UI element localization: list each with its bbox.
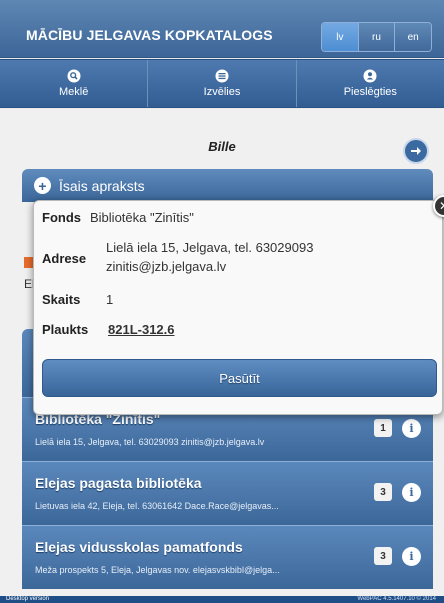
address-line2: zinitis@jzb.jelgava.lv [106, 259, 227, 274]
library-address: Lietuvas iela 42, Eleja, tel. 63061642 D… [35, 501, 279, 511]
copies-count-badge: 3 [374, 547, 392, 565]
shelf-label: Plaukts [42, 322, 89, 337]
plus-icon: + [34, 177, 51, 194]
info-icon[interactable]: i [402, 419, 421, 438]
main-nav: Meklē Izvēlies Pieslēgties [0, 59, 444, 108]
count-value: 1 [106, 292, 114, 307]
count-label: Skaits [42, 292, 81, 307]
search-icon [67, 69, 81, 83]
list-item[interactable]: Elejas pagasta bibliotēka Lietuvas iela … [22, 461, 433, 525]
nav-login[interactable]: Pieslēgties [295, 60, 444, 107]
order-button[interactable]: Pasūtīt [42, 359, 437, 397]
library-address: Meža prospekts 5, Eleja, Jelgavas nov. e… [35, 565, 280, 575]
nav-search-label: Meklē [58, 86, 89, 98]
app-header: MĀCĪBU JELGAVAS KOPKATALOGS lv ru en [0, 0, 444, 58]
address-line1: Lielā iela 15, Jelgava, tel. 63029093 [106, 240, 314, 255]
rss-icon[interactable] [24, 257, 33, 268]
copies-count-badge: 3 [374, 483, 392, 501]
shelf-link[interactable]: 821L-312.6 [108, 322, 175, 337]
info-icon[interactable]: i [402, 483, 421, 502]
address-label: Adrese [42, 251, 87, 266]
item-title: Bille [208, 139, 236, 154]
nav-search[interactable]: Meklē [0, 60, 147, 107]
lang-ru-button[interactable]: ru [357, 23, 395, 51]
site-title: MĀCĪBU JELGAVAS KOPKATALOGS [26, 27, 273, 43]
fonds-label: Fonds [42, 210, 81, 225]
info-icon[interactable]: i [402, 547, 421, 566]
list-icon [215, 69, 229, 83]
short-description-label: Īsais apraksts [59, 177, 145, 194]
holding-popup: ✕ Fonds Bibliotēka "Zinītis" Adrese Liel… [33, 195, 444, 415]
desktop-version-link[interactable]: Desktop version [6, 596, 49, 603]
user-icon [363, 69, 377, 83]
nav-selection-label: Izvēlies [203, 86, 241, 98]
version-info: WebPAC 4.5.1407.10 © 2014 [357, 596, 436, 602]
short-description-toggle[interactable]: + Īsais apraksts [22, 169, 433, 202]
language-switcher: lv ru en [321, 22, 432, 52]
nav-selection[interactable]: Izvēlies [147, 60, 295, 107]
next-record-button[interactable] [403, 138, 429, 164]
lang-lv-button[interactable]: lv [322, 23, 358, 51]
library-name: Elejas vidusskolas pamatfonds [35, 539, 243, 555]
library-address: Lielā iela 15, Jelgava, tel. 63029093 zi… [35, 437, 265, 447]
nav-login-label: Pieslēgties [343, 86, 397, 98]
copies-count-badge: 1 [374, 419, 392, 437]
fonds-value: Bibliotēka "Zinītis" [90, 210, 194, 225]
lang-en-button[interactable]: en [394, 23, 431, 51]
arrow-right-icon [411, 147, 421, 155]
close-popup-button[interactable]: ✕ [433, 195, 444, 217]
close-icon: ✕ [439, 199, 444, 213]
list-item[interactable]: Elejas vidusskolas pamatfonds Meža prosp… [22, 525, 433, 589]
footer: Desktop version WebPAC 4.5.1407.10 © 201… [0, 596, 444, 603]
library-name: Elejas pagasta bibliotēka [35, 475, 202, 491]
